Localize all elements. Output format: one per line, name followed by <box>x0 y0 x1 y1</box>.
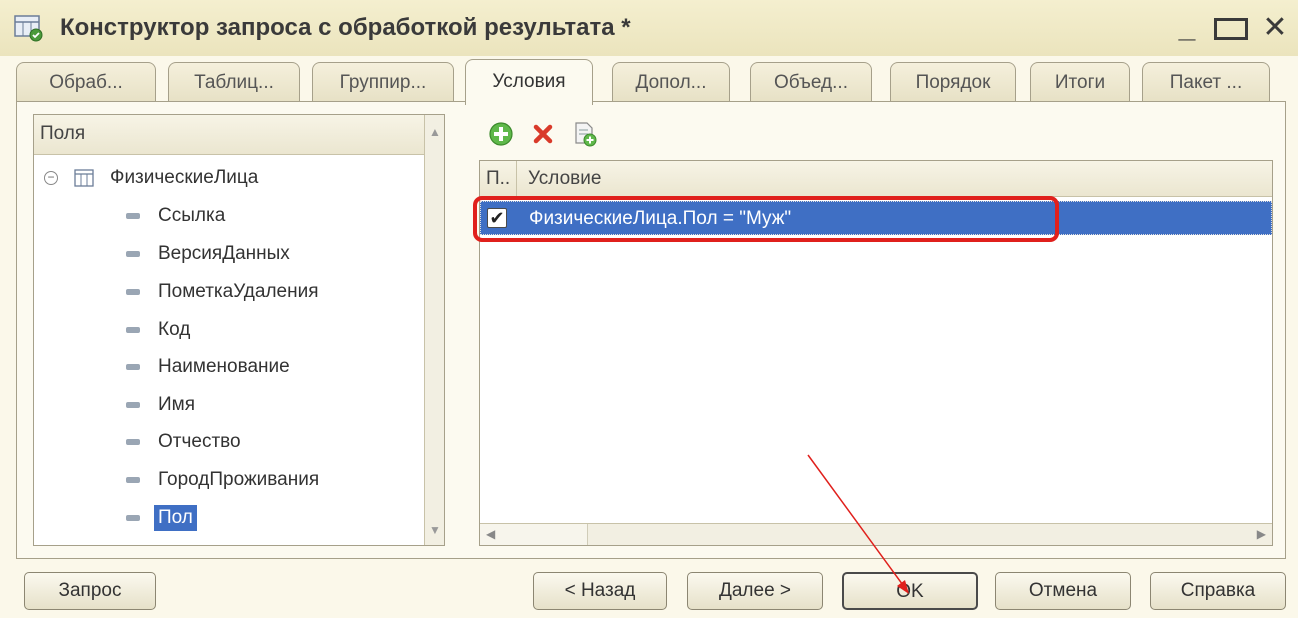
tab-processing[interactable]: Обраб... <box>16 62 156 104</box>
grid-header: П.. Условие <box>480 161 1272 197</box>
maximize-button[interactable] <box>1214 12 1248 47</box>
field-icon <box>126 364 140 370</box>
tab-tables[interactable]: Таблиц... <box>168 62 300 104</box>
delete-icon <box>533 124 553 144</box>
tree-root-physical-persons[interactable]: − ФизическиеЛица <box>44 163 258 193</box>
ok-button[interactable]: OK <box>842 572 978 610</box>
tab-totals[interactable]: Итоги <box>1030 62 1130 104</box>
window-title: Конструктор запроса с обработкой результ… <box>60 14 631 41</box>
field-icon <box>126 327 140 333</box>
tree-item[interactable]: Имя <box>126 390 195 420</box>
scroll-right-icon[interactable]: ▶ <box>1257 527 1266 541</box>
column-header-condition[interactable]: Условие <box>528 168 601 190</box>
cancel-button[interactable]: Отмена <box>995 572 1131 610</box>
table-icon <box>74 169 94 187</box>
plus-icon <box>489 122 513 146</box>
tree-item[interactable]: ГородПроживания <box>126 465 319 495</box>
fields-scrollbar[interactable]: ▲ ▼ <box>424 115 444 545</box>
close-button[interactable]: ✕ <box>1258 12 1292 47</box>
tree-item[interactable]: Наименование <box>126 352 290 382</box>
tab-batch[interactable]: Пакет ... <box>1142 62 1270 104</box>
scroll-down-icon[interactable]: ▼ <box>429 523 441 537</box>
field-icon <box>126 477 140 483</box>
back-button[interactable]: < Назад <box>533 572 667 610</box>
tab-order[interactable]: Порядок <box>890 62 1016 104</box>
tree-item-selected[interactable]: Пол <box>126 503 197 533</box>
delete-condition-button[interactable] <box>529 120 557 148</box>
tree-item[interactable]: Ссылка <box>126 201 225 231</box>
scroll-left-icon[interactable]: ◀ <box>486 527 495 541</box>
next-button[interactable]: Далее > <box>687 572 823 610</box>
conditions-panel: Поля ▲ ▼ − ФизическиеЛица Ссылка ВерсияД… <box>16 101 1286 559</box>
tab-additional[interactable]: Допол... <box>612 62 730 104</box>
tree-root-label: ФизическиеЛица <box>110 167 259 188</box>
minimize-button[interactable]: _ <box>1170 12 1204 47</box>
field-icon <box>126 213 140 219</box>
field-icon <box>126 515 140 521</box>
custom-condition-button[interactable] <box>571 120 599 148</box>
horizontal-scrollbar[interactable]: ◀ ▶ <box>480 523 1272 545</box>
tab-union[interactable]: Объед... <box>750 62 872 104</box>
tab-conditions[interactable]: Условия <box>465 59 593 105</box>
collapse-icon[interactable]: − <box>44 171 58 185</box>
tree-item[interactable]: ПометкаУдаления <box>126 277 319 307</box>
add-condition-button[interactable] <box>487 120 515 148</box>
conditions-grid[interactable]: П.. Условие ✔ ФизическиеЛица.Пол = "Муж"… <box>473 160 1273 546</box>
tab-bar: Обраб... Таблиц... Группир... Условия До… <box>16 59 1286 105</box>
tree-item[interactable]: ВерсияДанных <box>126 239 290 269</box>
document-add-icon <box>575 122 597 147</box>
maximize-icon <box>1214 18 1248 40</box>
tree-item[interactable]: Отчество <box>126 427 241 457</box>
highlight-annotation <box>473 196 1059 242</box>
field-icon <box>126 439 140 445</box>
title-bar: Конструктор запроса с обработкой результ… <box>0 0 1298 56</box>
help-button[interactable]: Справка <box>1150 572 1286 610</box>
scroll-up-icon[interactable]: ▲ <box>429 125 441 139</box>
tab-grouping[interactable]: Группир... <box>312 62 454 104</box>
app-icon <box>14 15 43 42</box>
fields-header: Поля <box>34 115 424 155</box>
table-row[interactable]: ✔ ФизическиеЛица.Пол = "Муж" <box>473 196 1272 242</box>
field-icon <box>126 289 140 295</box>
fields-tree[interactable]: Поля ▲ ▼ − ФизическиеЛица Ссылка ВерсияД… <box>33 114 445 546</box>
query-button[interactable]: Запрос <box>24 572 156 610</box>
conditions-toolbar <box>487 118 599 150</box>
tree-item[interactable]: Код <box>126 315 190 345</box>
field-icon <box>126 402 140 408</box>
column-header-use[interactable]: П.. <box>486 168 510 190</box>
field-icon <box>126 251 140 257</box>
